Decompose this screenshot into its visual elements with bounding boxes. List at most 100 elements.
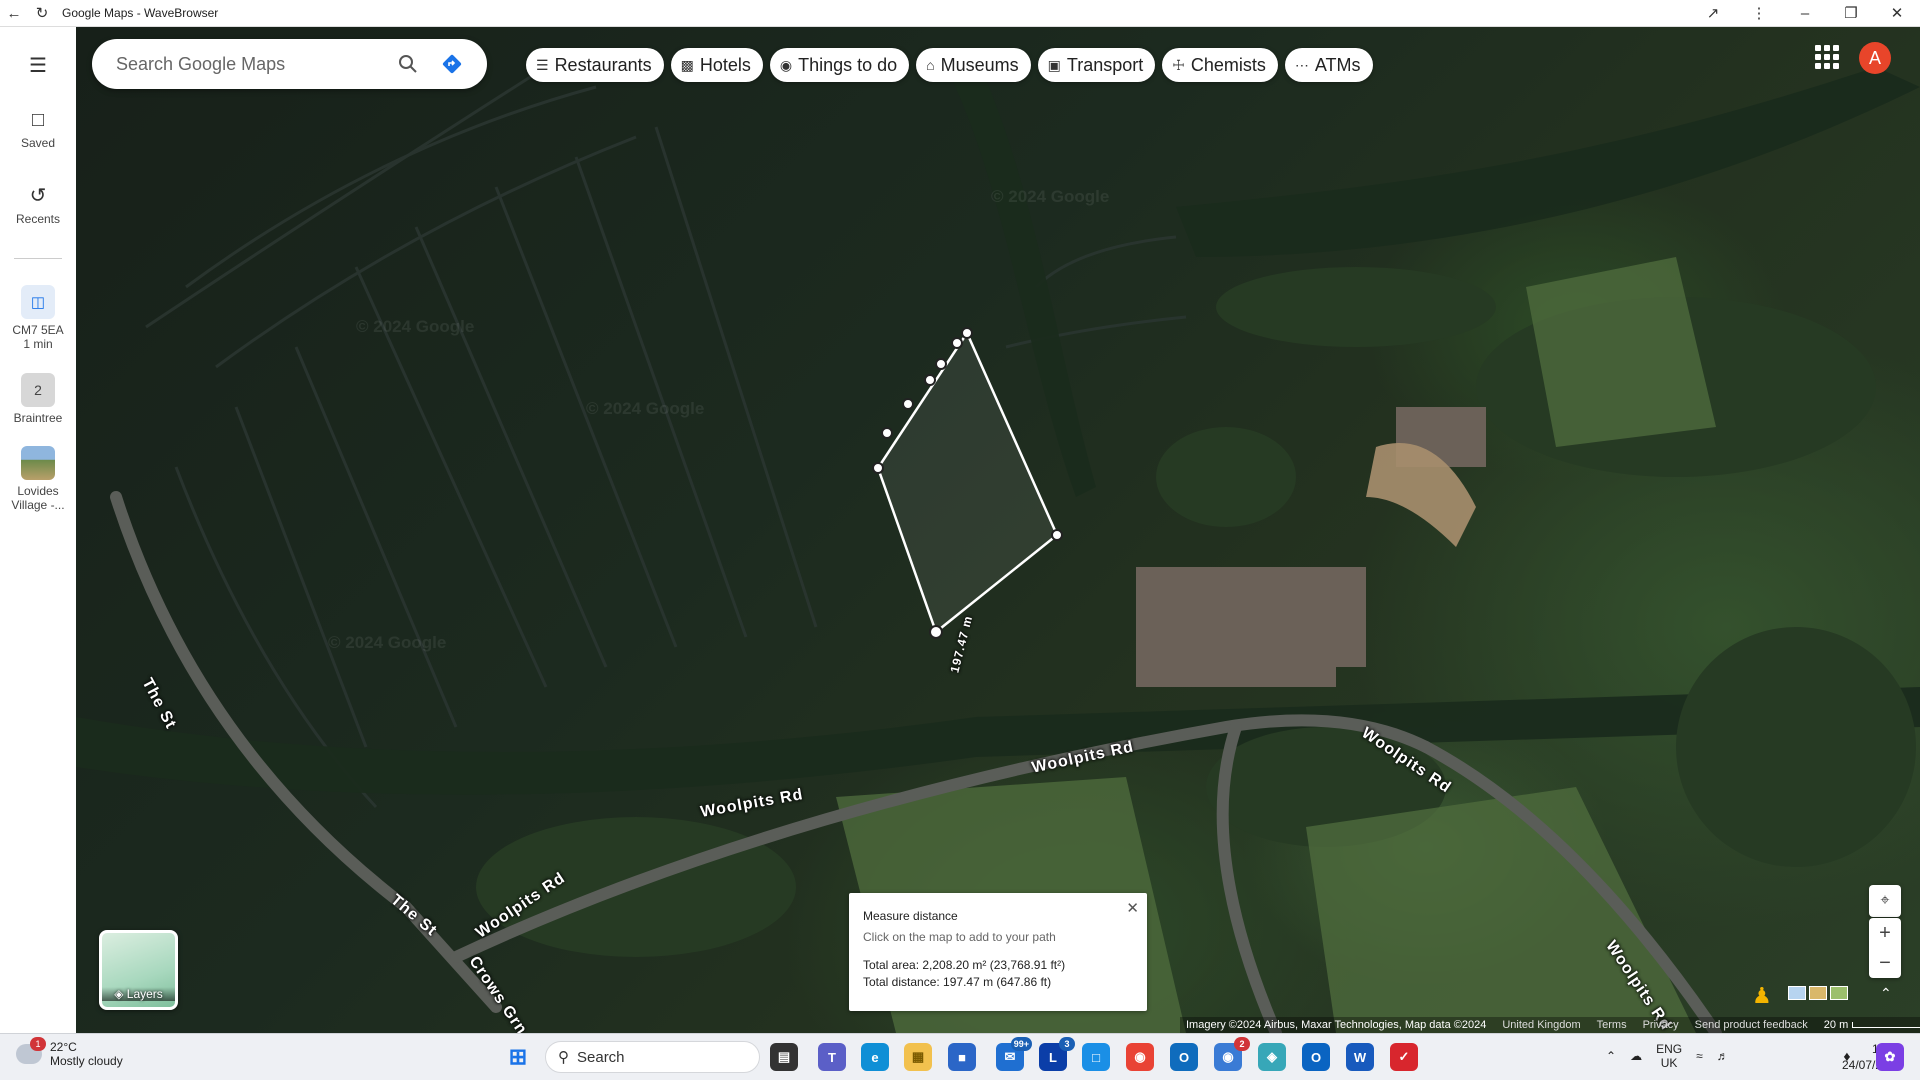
weather-temp: 22°C — [50, 1040, 77, 1054]
search-icon: ⚲ — [558, 1049, 569, 1066]
scale-bar[interactable]: 20 m — [1824, 1019, 1920, 1031]
minimize-button[interactable]: – — [1782, 0, 1828, 27]
chip-label: Things to do — [798, 54, 898, 75]
crosshair-icon: ⌖ — [1880, 892, 1890, 909]
chip-label: Hotels — [699, 54, 751, 75]
language-label: ENG — [1656, 1042, 1683, 1056]
search-input[interactable] — [116, 53, 386, 75]
saved-button[interactable]: □ Saved — [0, 109, 76, 150]
place-thumbnail: 2 — [21, 373, 55, 407]
recent-place-braintree[interactable]: 2 Braintree — [0, 373, 76, 425]
history-icon: ↺ — [29, 185, 47, 207]
notification-bell-icon[interactable]: ♦ — [1838, 1045, 1856, 1067]
recent-place-lovides[interactable]: Lovides Village -... — [0, 446, 76, 512]
store-icon[interactable]: ■ — [948, 1043, 976, 1071]
copilot-icon[interactable]: ✿ — [1876, 1043, 1904, 1071]
account-avatar[interactable]: A — [1859, 42, 1891, 74]
taskbar: 1 22°C Mostly cloudy ⊞ ⚲ Search ▤ T e ▦ … — [0, 1033, 1920, 1080]
pharmacy-icon: ☩ — [1172, 56, 1185, 73]
l-app-icon[interactable]: L3 — [1039, 1037, 1075, 1071]
l-badge: 3 — [1059, 1037, 1075, 1051]
expand-chevron-icon[interactable]: ⌃ — [1880, 985, 1892, 1002]
directions-icon[interactable] — [430, 42, 474, 86]
imagery-thumbnails[interactable] — [1788, 986, 1848, 1000]
chevron-up-icon[interactable]: ⌃ — [1606, 1049, 1616, 1063]
privacy-link[interactable]: Privacy — [1643, 1019, 1679, 1031]
file-explorer-icon[interactable]: ▦ — [904, 1043, 932, 1071]
close-button[interactable]: ✕ — [1874, 0, 1920, 27]
edge-icon[interactable]: e — [861, 1043, 889, 1071]
recent-place-name: Lovides Village -... — [11, 484, 65, 512]
chip-chemists[interactable]: ☩ Chemists — [1162, 48, 1278, 82]
scale-label: 20 m — [1823, 1019, 1849, 1031]
my-location-button[interactable]: ⌖ — [1869, 885, 1901, 917]
train-icon: ▣ — [1047, 56, 1061, 73]
search-box — [92, 39, 487, 89]
wifi-icon[interactable]: ≈ — [1696, 1049, 1703, 1063]
imagery-thumb[interactable] — [1809, 986, 1827, 1000]
language-indicator[interactable]: ENG UK — [1656, 1042, 1682, 1070]
outlook-icon[interactable]: O — [1170, 1043, 1198, 1071]
maps-app-icon[interactable]: ◈ — [1258, 1043, 1286, 1071]
taskbar-search[interactable]: ⚲ Search — [545, 1041, 760, 1073]
chip-restaurants[interactable]: ☰ Restaurants — [526, 48, 664, 82]
place-thumbnail — [21, 446, 55, 480]
imagery-thumb[interactable] — [1830, 986, 1848, 1000]
zoom-in-button[interactable]: + — [1869, 918, 1901, 948]
mail-badge: 99+ — [1010, 1037, 1032, 1051]
map-watermark: © 2024 Google — [356, 317, 475, 336]
task-view-icon[interactable]: ▤ — [770, 1043, 798, 1071]
satellite-map[interactable]: © 2024 Google © 2024 Google © 2024 Googl… — [76, 27, 1920, 1033]
chrome-icon[interactable]: ◉ — [1126, 1043, 1154, 1071]
measure-polygon[interactable] — [872, 327, 1063, 639]
imagery-thumb[interactable] — [1788, 986, 1806, 1000]
outlook-new-icon[interactable]: O — [1302, 1043, 1330, 1071]
camera-icon: ◉ — [779, 56, 793, 73]
weather-widget[interactable]: 1 22°C Mostly cloudy — [16, 1037, 123, 1068]
teams-icon[interactable]: T — [818, 1043, 846, 1071]
terms-link[interactable]: Terms — [1597, 1019, 1627, 1031]
cloud-icon: 1 — [16, 1037, 46, 1064]
saved-label: Saved — [20, 136, 56, 150]
bookmark-icon: □ — [31, 109, 45, 131]
volume-icon[interactable]: ♬ — [1717, 1049, 1729, 1063]
chip-atms[interactable]: ⋯ ATMs — [1284, 48, 1373, 82]
chip-transport[interactable]: ▣ Transport — [1037, 48, 1156, 82]
reload-icon[interactable]: ↻ — [28, 0, 56, 27]
back-icon[interactable]: ← — [0, 0, 28, 27]
pegman-icon[interactable]: ♟ — [1752, 983, 1772, 1009]
hamburger-icon: ☰ — [29, 55, 47, 77]
layers-button[interactable]: ◈ Layers — [99, 930, 178, 1010]
word-icon[interactable]: W — [1346, 1043, 1374, 1071]
atm-icon: ⋯ — [1294, 56, 1309, 73]
onedrive-icon[interactable]: ☁ — [1630, 1049, 1642, 1063]
app-icon[interactable]: □ — [1082, 1043, 1110, 1071]
mail-icon[interactable]: ✉ 99+ — [996, 1037, 1032, 1071]
close-icon[interactable]: ✕ — [1126, 899, 1139, 917]
recents-label: Recents — [15, 212, 61, 226]
windows-start-icon[interactable]: ⊞ — [504, 1043, 532, 1071]
open-external-icon[interactable]: ↗ — [1690, 0, 1736, 27]
apps-grid-icon[interactable] — [1815, 45, 1839, 69]
region-link[interactable]: United Kingdom — [1502, 1019, 1580, 1031]
feedback-link[interactable]: Send product feedback — [1695, 1019, 1808, 1031]
chip-hotels[interactable]: ▩ Hotels — [670, 48, 763, 82]
chip-label: ATMs — [1314, 54, 1361, 75]
map-imagery — [76, 57, 1920, 1033]
chip-museums[interactable]: ⌂ Museums — [916, 48, 1031, 82]
shield-icon[interactable]: ✓ — [1390, 1043, 1418, 1071]
wavebrowser-icon[interactable]: ◉ 2 — [1214, 1037, 1250, 1071]
taskbar-search-label: Search — [577, 1048, 625, 1066]
recents-button[interactable]: ↺ Recents — [0, 183, 76, 226]
recent-place-cm7[interactable]: ◫ CM7 5EA 1 min — [0, 285, 76, 351]
menu-button[interactable]: ☰ — [0, 53, 76, 82]
zoom-out-button[interactable]: − — [1869, 948, 1901, 978]
search-icon[interactable] — [386, 42, 430, 86]
weather-desc: Mostly cloudy — [50, 1054, 123, 1068]
imagery-attribution: Imagery ©2024 Airbus, Maxar Technologies… — [1186, 1019, 1487, 1031]
recent-place-sub: 1 min — [23, 337, 53, 351]
restore-button[interactable]: ❐ — [1828, 0, 1874, 27]
more-menu-icon[interactable]: ⋮ — [1736, 0, 1782, 27]
chip-label: Transport — [1066, 54, 1144, 75]
chip-things-to-do[interactable]: ◉ Things to do — [769, 48, 910, 82]
